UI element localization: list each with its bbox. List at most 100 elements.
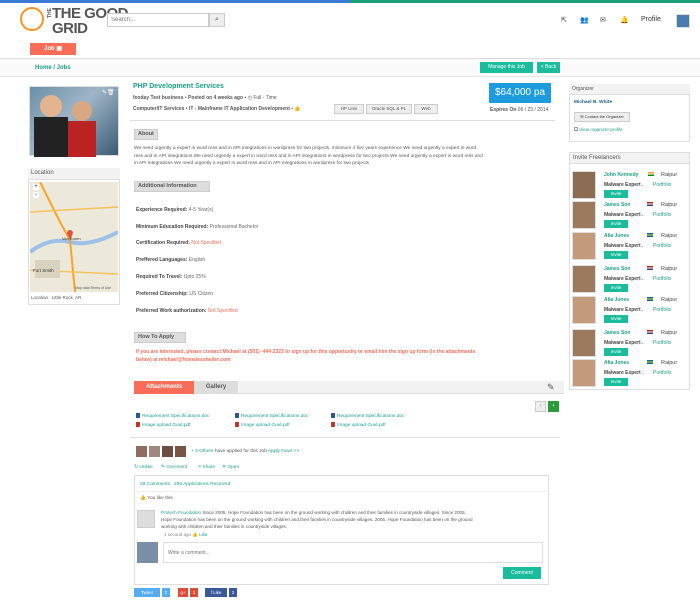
freelancer-name[interactable]: James Son <box>604 202 630 208</box>
comment-action[interactable]: ✎ Comment <box>161 465 187 470</box>
freelancer-city: Raipur <box>661 266 678 272</box>
freelancer-photo[interactable] <box>572 359 596 387</box>
invite-button[interactable]: Invite <box>604 348 628 356</box>
apply-now-link[interactable]: Apply Now! >> <box>268 449 299 454</box>
zoom-out-button[interactable]: - <box>33 192 39 198</box>
file-doc-2[interactable]: Requirement Specifications.doc <box>235 413 308 419</box>
back-button[interactable]: < Back <box>537 62 560 73</box>
zoom-in-button[interactable]: + <box>33 184 39 190</box>
portfolio-link[interactable]: Portfolio <box>653 182 671 188</box>
file-name: Requirement Specifications.doc <box>337 413 405 419</box>
subcategory-label: IT - Mainframe IT Application Developmen… <box>188 106 290 112</box>
avatar[interactable] <box>676 14 690 28</box>
invite-button[interactable]: Invite <box>604 315 628 323</box>
freelancer-photo[interactable] <box>572 201 596 229</box>
citizenship-row: Preferred Citizenship: US Citizen <box>136 291 213 297</box>
avatar[interactable] <box>149 446 160 457</box>
others-link[interactable]: + 3 Others <box>191 449 214 454</box>
freelancer-photo[interactable] <box>572 329 596 357</box>
external-link-icon[interactable]: ⇱ <box>561 16 567 24</box>
invite-button[interactable]: Invite <box>604 190 628 198</box>
location-map[interactable]: + - Van Buren Fort Smith Map data Terms … <box>30 182 118 292</box>
portfolio-link[interactable]: Portfolio <box>653 340 671 346</box>
category-label: Computer/IT Services <box>133 106 185 112</box>
envelope-icon[interactable]: ✉ <box>600 16 606 24</box>
freelancer-name[interactable]: Alia Jones <box>604 360 629 366</box>
freelancer-photo[interactable] <box>572 265 596 293</box>
unlike-action[interactable]: ↻ Unlike <box>134 465 153 470</box>
freelancer-photo[interactable] <box>572 296 596 324</box>
comment-submit-button[interactable]: Comment <box>503 567 541 579</box>
tab-gallery[interactable]: Gallery <box>194 381 238 394</box>
portfolio-link[interactable]: Portfolio <box>653 243 671 249</box>
job-title[interactable]: PHP Development Services <box>133 83 224 90</box>
comment-count[interactable]: 28 Comments <box>140 482 170 487</box>
edit-icon[interactable]: ✎🗑 <box>102 89 115 96</box>
comment-author[interactable]: Protech Foundation <box>161 510 201 515</box>
file-doc-1[interactable]: Requirement Specifications.doc <box>136 413 209 419</box>
avatar[interactable] <box>136 446 147 457</box>
applications-count[interactable]: 256 Applications Received <box>174 482 230 487</box>
file-pdf-3[interactable]: Image upload Guid.pdf <box>331 422 386 428</box>
breadcrumb[interactable]: Home / Jobs <box>35 65 71 71</box>
organizer-name[interactable]: Michael B. White <box>574 100 612 105</box>
tweet-button[interactable]: Tweet <box>134 588 160 597</box>
portfolio-link[interactable]: Portfolio <box>653 212 671 218</box>
portfolio-link[interactable]: Portfolio <box>653 370 671 376</box>
file-doc-3[interactable]: Requirement Specifications.doc <box>331 413 404 419</box>
search-input[interactable] <box>107 13 209 27</box>
tab-attachments[interactable]: Attachments <box>134 381 194 394</box>
freelancer-name[interactable]: James Son <box>604 266 630 272</box>
users-icon[interactable]: 👥 <box>580 16 589 24</box>
invite-button[interactable]: Invite <box>604 251 628 259</box>
freelancer-name[interactable]: Alia Jones <box>604 297 629 303</box>
avatar[interactable] <box>162 446 173 457</box>
profile-link[interactable]: Profile <box>641 16 661 23</box>
contact-organizer-button[interactable]: ✉ Contact the Organizer <box>574 112 630 122</box>
freelancer-photo[interactable] <box>572 171 596 199</box>
like-link[interactable]: 👍 Like <box>192 532 207 537</box>
view-organizer-link[interactable]: View organizer profile <box>574 127 622 132</box>
posted-date: Posted on 4 weeks ago <box>188 95 244 101</box>
gplus-button[interactable]: g+ <box>178 588 188 597</box>
avatar[interactable] <box>175 446 186 457</box>
freelancer-name[interactable]: John Kennedy <box>604 172 638 178</box>
certification-label: Certification Required: <box>136 240 190 246</box>
fb-like-label: Like <box>213 590 222 595</box>
open-action[interactable]: ✕ Open <box>222 465 239 470</box>
tag-hp-unix[interactable]: HP Unix <box>334 104 364 114</box>
freelancer-name[interactable]: James Son <box>604 330 630 336</box>
job-category: Computer/IT Services • IT - Mainframe IT… <box>133 106 301 112</box>
company-name[interactable]: foxday Test business <box>133 95 183 101</box>
prev-button[interactable]: ‹ <box>535 401 546 412</box>
invite-button[interactable]: Invite <box>604 284 628 292</box>
work-auth-value: Not Specified <box>207 308 238 314</box>
portfolio-link[interactable]: Portfolio <box>653 307 671 313</box>
file-pdf-2[interactable]: Image upload Guid.pdf <box>235 422 290 428</box>
job-tab[interactable]: Job ▣ <box>30 43 76 55</box>
invite-button[interactable]: Invite <box>604 220 628 228</box>
manage-job-button[interactable]: Manage this Job <box>480 62 533 73</box>
commenter-avatar[interactable] <box>137 510 155 528</box>
file-name: Image upload Guid.pdf <box>142 422 191 428</box>
pdf-icon <box>235 422 239 427</box>
logo-icon[interactable] <box>20 7 44 31</box>
comment-input[interactable] <box>163 542 543 563</box>
file-pdf-1[interactable]: Image upload Guid.pdf <box>136 422 191 428</box>
next-button[interactable]: › <box>548 401 559 412</box>
bell-icon[interactable]: 🔔 <box>620 16 629 24</box>
invite-button[interactable]: Invite <box>604 378 628 386</box>
edit-icon[interactable]: ✎ <box>547 382 555 393</box>
tag-web[interactable]: Web <box>414 104 438 114</box>
share-action[interactable]: ↗ Share <box>197 465 215 470</box>
pdf-icon <box>331 422 335 427</box>
fb-like-button[interactable]: f Like <box>205 588 227 597</box>
thumbs-up-icon[interactable]: 👍 <box>294 106 300 112</box>
freelancer-photo[interactable] <box>572 232 596 260</box>
freelancer-name[interactable]: Alia Jones <box>604 233 629 239</box>
tag-oracle[interactable]: Oracle SQL & PL <box>366 104 412 114</box>
person-head-2 <box>72 101 92 121</box>
share-icon: ↗ <box>197 465 202 470</box>
portfolio-link[interactable]: Portfolio <box>653 276 671 282</box>
search-button[interactable]: ⌕ <box>209 13 225 27</box>
